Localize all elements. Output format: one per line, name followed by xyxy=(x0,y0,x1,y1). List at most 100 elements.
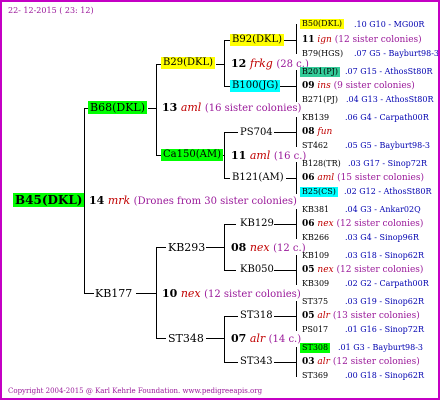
ps017-year: .01 xyxy=(345,325,358,334)
st375-info: .03 G19 - Sinop62R xyxy=(345,298,424,306)
node-st318[interactable]: ST318 xyxy=(240,311,273,321)
connector xyxy=(284,40,296,41)
connector xyxy=(136,293,156,294)
st343-mating: 03 alr (12 sister colonies) xyxy=(302,358,420,367)
node-b25[interactable]: B25(CS) xyxy=(300,187,338,197)
node-kb266[interactable]: KB266 xyxy=(302,234,329,242)
kb266-info: .03 G4 - Sinop96R xyxy=(345,234,419,242)
node-kb309[interactable]: KB309 xyxy=(302,280,329,288)
connector xyxy=(224,316,238,317)
connector xyxy=(296,209,297,239)
b50-info: .10 G10 - MG00R xyxy=(354,21,424,29)
kb109-info: .03 G18 - Sinop62R xyxy=(345,252,424,260)
node-st348[interactable]: ST348 xyxy=(168,333,204,344)
node-st375[interactable]: ST375 xyxy=(302,298,328,306)
node-b201[interactable]: B201(PJ) xyxy=(300,67,340,77)
connector xyxy=(296,255,297,285)
node-st369[interactable]: ST369 xyxy=(302,372,328,380)
st318-num: 05 xyxy=(302,311,315,321)
connector xyxy=(286,178,296,179)
connector xyxy=(156,247,157,339)
pedigree-frame: 22- 12-2015 ( 23: 12) B45(DKL) 14 mrk (D… xyxy=(0,0,440,400)
node-kb381[interactable]: KB381 xyxy=(302,206,329,214)
kb129-num: 06 xyxy=(302,219,315,229)
kb109-year: .03 xyxy=(345,251,358,260)
b29-num: 12 xyxy=(231,57,247,70)
kb129-note: (12 sister colonies) xyxy=(336,219,424,229)
ca150-num: 11 xyxy=(231,149,247,162)
node-b128[interactable]: B128(TR) xyxy=(302,160,341,168)
b128-info: .03 G17 - Sinop72R xyxy=(348,160,427,168)
copyright-text: Copyright 2004-2015 @ Karl Kehrle Founda… xyxy=(8,387,181,395)
kb050-code: nex xyxy=(317,265,334,275)
kb309-year: .02 xyxy=(345,279,358,288)
connector xyxy=(84,293,94,294)
node-b68[interactable]: B68(DKL) xyxy=(88,101,148,114)
node-kb109[interactable]: KB109 xyxy=(302,252,329,260)
node-st308[interactable]: ST308 xyxy=(300,343,331,353)
node-ca150[interactable]: Ca150(AM) xyxy=(161,149,223,161)
b92-code: ign xyxy=(317,35,332,45)
node-kb139[interactable]: KB139 xyxy=(302,114,329,122)
kb293-num: 08 xyxy=(231,241,247,254)
connector xyxy=(224,40,225,87)
st375-year: .03 xyxy=(345,297,358,306)
node-b92[interactable]: B92(DKL) xyxy=(230,34,285,46)
node-kb129[interactable]: KB129 xyxy=(240,219,274,229)
date-stamp: 22- 12-2015 ( 23: 12) xyxy=(8,6,94,15)
b29-code: frkg xyxy=(249,57,273,70)
b100-num: 09 xyxy=(302,81,315,91)
connector xyxy=(224,224,236,225)
node-b100[interactable]: B100(JG) xyxy=(230,80,281,92)
b25-year: .02 xyxy=(344,187,357,196)
root-note: (Drones from 30 sister colonies) xyxy=(133,196,297,207)
connector xyxy=(224,224,225,271)
b201-info: .07 G15 - AthosSt80R xyxy=(345,68,432,76)
kb050-mating: 05 nex (12 sister colonies) xyxy=(302,266,423,275)
connector xyxy=(296,24,297,54)
node-st462[interactable]: ST462 xyxy=(302,142,328,150)
b271-ref: G13 - AthosSt80R xyxy=(361,95,434,104)
b25-ref: G12 - AthosSt80R xyxy=(359,187,432,196)
connector xyxy=(224,316,225,363)
connector xyxy=(274,362,296,363)
b79-info: .07 G5 - Bayburt98-3 xyxy=(354,49,440,58)
connector xyxy=(224,132,225,179)
connector xyxy=(156,338,166,339)
footer: Copyright 2004-2015 @ Karl Kehrle Founda… xyxy=(8,388,262,395)
kb381-ref: G3 - Ankar02Q xyxy=(360,205,421,214)
b271-info: .04 G13 - AthosSt80R xyxy=(346,96,433,104)
node-kb177[interactable]: KB177 xyxy=(95,288,132,299)
node-kb050[interactable]: KB050 xyxy=(240,265,274,275)
connector xyxy=(296,347,297,377)
ca150-code: aml xyxy=(249,149,271,162)
node-b29[interactable]: B29(DKL) xyxy=(161,57,216,69)
connector xyxy=(156,247,166,248)
connector xyxy=(224,362,238,363)
node-ps017[interactable]: PS017 xyxy=(302,326,328,334)
connector xyxy=(206,247,224,248)
b68-note: (16 sister colonies) xyxy=(204,103,302,114)
site-link[interactable]: www.pedigreeapis.org xyxy=(183,387,263,395)
root-node[interactable]: B45(DKL) xyxy=(13,193,85,207)
st318-code: alr xyxy=(317,311,330,321)
node-b121[interactable]: B121(AM) xyxy=(232,173,284,183)
node-b79[interactable]: B79(HGS) xyxy=(302,50,343,58)
kb129-code: nex xyxy=(317,219,334,229)
node-ps704[interactable]: PS704 xyxy=(240,128,273,138)
node-b50[interactable]: B50(DKL) xyxy=(300,19,345,29)
connector xyxy=(296,117,297,147)
st343-num: 03 xyxy=(302,357,315,367)
node-kb293[interactable]: KB293 xyxy=(168,242,205,253)
b121-note: (15 sister colonies) xyxy=(337,173,424,183)
node-b271[interactable]: B271(PJ) xyxy=(302,96,338,104)
kb139-ref: G4 - Carpath00R xyxy=(360,113,429,122)
b79-ref: G5 - Bayburt98-3 xyxy=(369,49,440,58)
st348-note: (14 c.) xyxy=(268,334,302,345)
st369-ref: G18 - Sinop62R xyxy=(360,371,424,380)
node-st343[interactable]: ST343 xyxy=(240,357,273,367)
connector xyxy=(296,301,297,331)
st318-note: (13 sister colonies) xyxy=(332,311,420,321)
b92-mating: 11 ign (12 sister colonies) xyxy=(302,36,422,45)
b29-mating: 12 frkg (28 c.) xyxy=(231,58,309,70)
